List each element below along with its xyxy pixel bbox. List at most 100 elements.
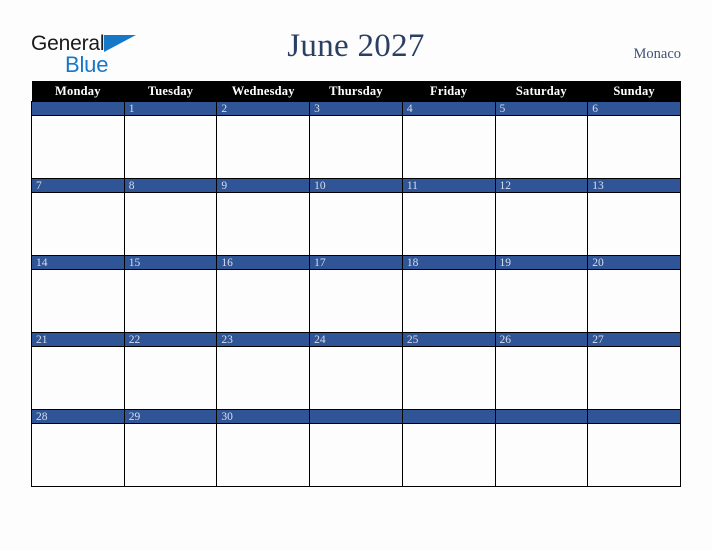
calendar-day-cell[interactable] xyxy=(309,409,403,487)
day-note-area[interactable] xyxy=(403,347,495,407)
day-note-area[interactable] xyxy=(217,116,309,176)
day-note-area[interactable] xyxy=(403,193,495,253)
calendar-day-cell[interactable]: 27 xyxy=(587,332,681,409)
calendar-day-cell[interactable]: 21 xyxy=(31,332,125,409)
day-note-area[interactable] xyxy=(403,270,495,330)
day-note-area[interactable] xyxy=(496,270,588,330)
weekday-header-monday: Monday xyxy=(31,81,125,101)
day-note-area[interactable] xyxy=(125,193,217,253)
day-number-bar: 26 xyxy=(495,332,588,347)
day-note-area[interactable] xyxy=(310,424,402,484)
day-number-bar: 12 xyxy=(495,178,588,193)
calendar-body: 1 2 3 4 5 6 7 8 9 10 11 12 13 14 15 16 1… xyxy=(31,101,681,487)
calendar-day-cell[interactable]: 19 xyxy=(494,255,589,332)
day-note-area[interactable] xyxy=(32,424,124,484)
calendar-day-cell[interactable]: 16 xyxy=(216,255,311,332)
calendar-day-cell[interactable]: 1 xyxy=(123,101,218,178)
calendar-day-cell[interactable] xyxy=(494,409,589,487)
calendar-day-cell[interactable]: 14 xyxy=(31,255,125,332)
day-number-bar xyxy=(495,409,588,424)
day-note-area[interactable] xyxy=(403,116,495,176)
day-note-area[interactable] xyxy=(310,347,402,407)
calendar-day-cell[interactable]: 25 xyxy=(401,332,496,409)
day-note-area[interactable] xyxy=(310,116,402,176)
day-note-area[interactable] xyxy=(125,116,217,176)
day-note-area[interactable] xyxy=(588,116,680,176)
calendar-day-cell[interactable]: 4 xyxy=(401,101,496,178)
calendar-day-cell[interactable]: 23 xyxy=(216,332,311,409)
day-note-area[interactable] xyxy=(125,347,217,407)
calendar-day-cell[interactable]: 12 xyxy=(494,178,589,255)
calendar-week-row: 21 22 23 24 25 26 27 xyxy=(31,332,681,409)
day-note-area[interactable] xyxy=(496,193,588,253)
day-number-bar: 3 xyxy=(310,101,402,116)
calendar-day-cell[interactable]: 26 xyxy=(494,332,589,409)
calendar-day-cell[interactable]: 2 xyxy=(216,101,311,178)
day-number-bar: 6 xyxy=(588,101,680,116)
day-note-area[interactable] xyxy=(125,424,217,484)
day-note-area[interactable] xyxy=(588,424,680,484)
day-note-area[interactable] xyxy=(125,270,217,330)
day-number-bar: 11 xyxy=(402,178,495,193)
calendar-day-cell[interactable] xyxy=(587,409,681,487)
day-number-bar xyxy=(310,409,402,424)
weekday-header-wednesday: Wednesday xyxy=(216,81,310,101)
calendar-day-cell[interactable]: 7 xyxy=(31,178,125,255)
day-number-bar: 8 xyxy=(124,178,217,193)
day-number-bar: 9 xyxy=(217,178,310,193)
day-number-bar: 24 xyxy=(310,332,402,347)
day-number-bar: 28 xyxy=(32,409,124,424)
calendar-day-cell[interactable] xyxy=(401,409,496,487)
day-note-area[interactable] xyxy=(588,347,680,407)
calendar-day-cell[interactable]: 15 xyxy=(123,255,218,332)
calendar-day-cell[interactable]: 11 xyxy=(401,178,496,255)
calendar-day-cell[interactable]: 8 xyxy=(123,178,218,255)
page-title: June 2027 xyxy=(287,28,425,64)
day-note-area[interactable] xyxy=(496,116,588,176)
day-note-area[interactable] xyxy=(217,193,309,253)
calendar-day-cell[interactable]: 6 xyxy=(587,101,681,178)
calendar-day-cell[interactable]: 28 xyxy=(31,409,125,487)
day-note-area[interactable] xyxy=(217,347,309,407)
country-label: Monaco xyxy=(633,46,681,62)
day-number-bar: 30 xyxy=(217,409,310,424)
day-note-area[interactable] xyxy=(32,116,124,176)
calendar-day-cell[interactable]: 30 xyxy=(216,409,311,487)
day-number-bar: 4 xyxy=(402,101,495,116)
day-note-area[interactable] xyxy=(310,193,402,253)
day-note-area[interactable] xyxy=(310,270,402,330)
day-number-bar: 13 xyxy=(588,178,680,193)
day-note-area[interactable] xyxy=(32,193,124,253)
calendar-day-cell[interactable]: 13 xyxy=(587,178,681,255)
calendar-day-cell[interactable]: 18 xyxy=(401,255,496,332)
weekday-header-sunday: Sunday xyxy=(587,81,681,101)
calendar-week-row: 28 29 30 xyxy=(31,409,681,487)
calendar-day-cell[interactable]: 22 xyxy=(123,332,218,409)
day-note-area[interactable] xyxy=(403,424,495,484)
calendar-day-cell[interactable]: 24 xyxy=(309,332,403,409)
day-note-area[interactable] xyxy=(217,424,309,484)
calendar-day-cell[interactable]: 3 xyxy=(309,101,403,178)
calendar-day-cell[interactable]: 20 xyxy=(587,255,681,332)
day-number-bar: 17 xyxy=(310,255,402,270)
weekday-header-row: Monday Tuesday Wednesday Thursday Friday… xyxy=(31,81,681,101)
day-note-area[interactable] xyxy=(588,193,680,253)
calendar-day-cell[interactable] xyxy=(31,101,125,178)
day-note-area[interactable] xyxy=(496,347,588,407)
calendar-day-cell[interactable]: 17 xyxy=(309,255,403,332)
weekday-header-tuesday: Tuesday xyxy=(124,81,217,101)
calendar-page: General Blue June 2027 Monaco Monday Tue… xyxy=(0,0,712,550)
calendar-day-cell[interactable]: 29 xyxy=(123,409,218,487)
calendar-day-cell[interactable]: 9 xyxy=(216,178,311,255)
day-number-bar: 14 xyxy=(32,255,124,270)
day-number-bar: 16 xyxy=(217,255,310,270)
day-note-area[interactable] xyxy=(32,347,124,407)
day-note-area[interactable] xyxy=(32,270,124,330)
day-note-area[interactable] xyxy=(588,270,680,330)
weekday-header-thursday: Thursday xyxy=(309,81,403,101)
day-note-area[interactable] xyxy=(496,424,588,484)
calendar-day-cell[interactable]: 5 xyxy=(494,101,589,178)
day-note-area[interactable] xyxy=(217,270,309,330)
calendar-grid: Monday Tuesday Wednesday Thursday Friday… xyxy=(31,81,681,487)
calendar-day-cell[interactable]: 10 xyxy=(309,178,403,255)
